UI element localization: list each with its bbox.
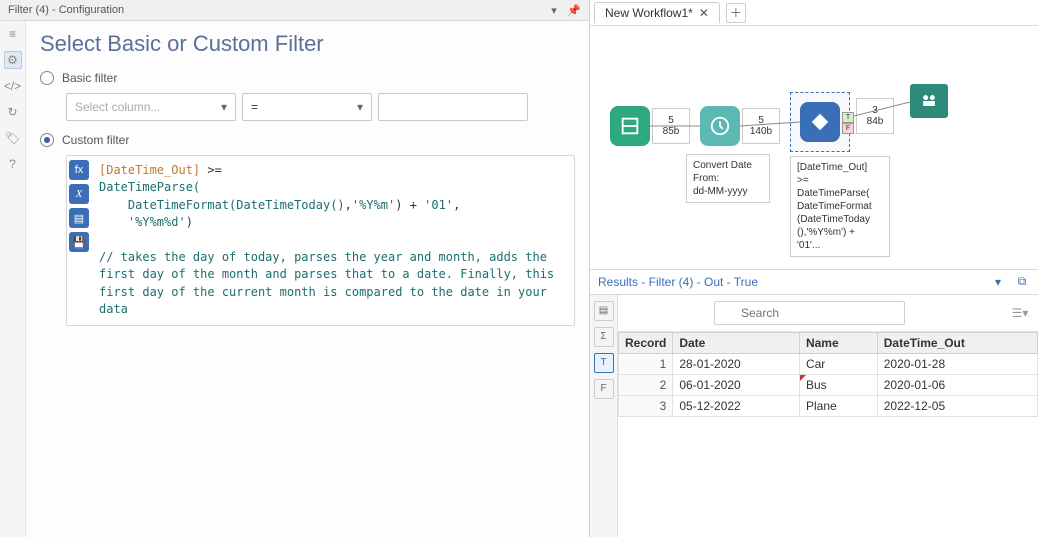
basic-filter-label: Basic filter	[62, 71, 117, 85]
col-date[interactable]: Date	[673, 332, 800, 353]
toolbar-refresh-icon[interactable]: ↻	[4, 103, 22, 121]
operator-value: =	[251, 100, 258, 114]
results-view-input-icon[interactable]: Σ	[594, 327, 614, 347]
column-select-placeholder: Select column...	[75, 100, 160, 114]
pin-icon[interactable]: 📌	[567, 3, 581, 17]
text-input-tool[interactable]	[610, 106, 650, 146]
popout-icon[interactable]: ⧉	[1014, 274, 1030, 290]
variable-button[interactable]: X	[69, 184, 89, 204]
save-button[interactable]: 💾	[69, 232, 89, 252]
tool-data-badge: 3 84b	[856, 98, 894, 134]
tool-data-badge: 5 85b	[652, 108, 690, 144]
basic-filter-radio[interactable]	[40, 71, 54, 85]
toolbar-menu-icon[interactable]: ≡	[4, 25, 22, 43]
results-view-all-icon[interactable]: ▤	[594, 301, 614, 321]
custom-filter-radio[interactable]	[40, 133, 54, 147]
add-tab-button[interactable]: ＋	[726, 3, 746, 23]
custom-filter-label: Custom filter	[62, 133, 129, 147]
col-record[interactable]: Record	[619, 332, 673, 353]
column-select[interactable]: Select column... ▾	[66, 93, 236, 121]
datetime-tool[interactable]	[700, 106, 740, 146]
toolbar-gear-icon[interactable]: ⚙	[4, 51, 22, 69]
results-search-input[interactable]	[714, 301, 905, 325]
workflow-tab[interactable]: New Workflow1* ✕	[594, 2, 720, 23]
collapse-icon[interactable]: ▾	[547, 3, 561, 17]
results-table: Record Date Name DateTime_Out 1 28-01-20…	[618, 332, 1038, 417]
toolbar-tag-icon[interactable]: 🏷	[4, 129, 22, 147]
config-heading: Select Basic or Custom Filter	[40, 31, 575, 57]
results-menu-icon[interactable]: ☰▾	[1008, 303, 1032, 323]
toolbar-code-icon[interactable]: </>	[4, 77, 22, 95]
results-title: Results - Filter (4) - Out - True	[598, 275, 758, 289]
tool-data-badge: 5 140b	[742, 108, 780, 144]
col-name[interactable]: Name	[799, 332, 877, 353]
tab-label: New Workflow1*	[605, 6, 693, 20]
toolbar-help-icon[interactable]: ?	[4, 155, 22, 173]
expression-editor[interactable]: [DateTime_Out] >= DateTimeParse( DateTim…	[91, 156, 574, 325]
operator-select[interactable]: = ▾	[242, 93, 372, 121]
close-icon[interactable]: ✕	[699, 6, 709, 20]
table-row[interactable]: 1 28-01-2020 Car 2020-01-28	[619, 353, 1038, 374]
workflow-canvas[interactable]: 5 85b 5 140b Convert Date From: dd-MM-yy…	[590, 26, 1038, 269]
chevron-down-icon: ▾	[357, 100, 363, 114]
results-view-true-icon[interactable]: T	[594, 353, 614, 373]
col-datetime-out[interactable]: DateTime_Out	[877, 332, 1037, 353]
panel-title: Filter (4) - Configuration	[8, 4, 124, 16]
tool-annotation: Convert Date From: dd-MM-yyyy	[686, 154, 770, 203]
chevron-down-icon: ▾	[221, 100, 227, 114]
browse-tool[interactable]	[910, 84, 948, 118]
column-list-button[interactable]: ▤	[69, 208, 89, 228]
table-row[interactable]: 3 05-12-2022 Plane 2022-12-05	[619, 395, 1038, 416]
filter-output-anchors: TF	[842, 112, 854, 134]
results-view-false-icon[interactable]: F	[594, 379, 614, 399]
tool-annotation: [DateTime_Out] >= DateTimeParse( DateTim…	[790, 156, 890, 257]
fx-button[interactable]: fx	[69, 160, 89, 180]
filter-tool[interactable]	[800, 102, 840, 142]
table-row[interactable]: 2 06-01-2020 Bus 2020-01-06	[619, 374, 1038, 395]
value-input[interactable]	[378, 93, 528, 121]
chevron-down-icon[interactable]: ▾	[990, 274, 1006, 290]
